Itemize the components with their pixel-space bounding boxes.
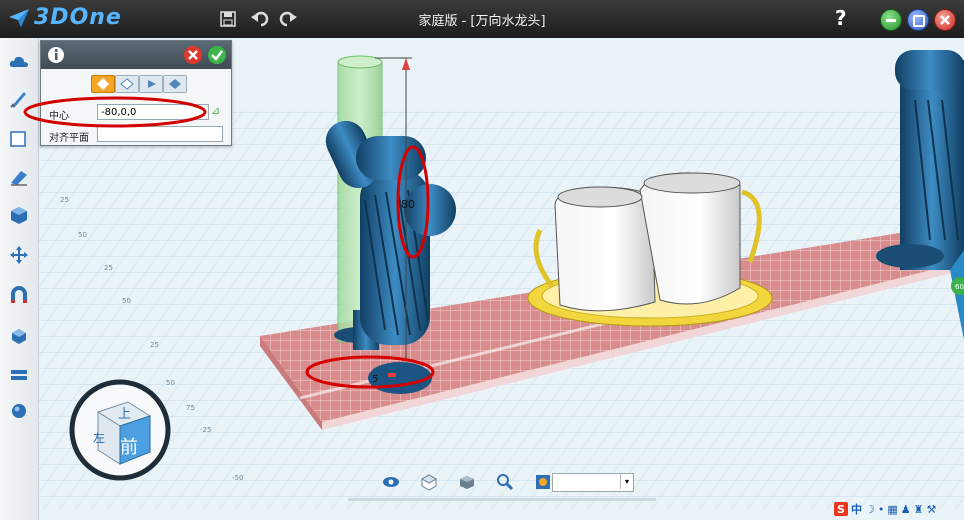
ime-logo[interactable]: S bbox=[834, 502, 848, 516]
box-icon[interactable] bbox=[456, 471, 478, 493]
grid-label: 25 bbox=[60, 196, 69, 204]
grid-label: 50 bbox=[166, 379, 175, 387]
render-icon[interactable] bbox=[532, 471, 554, 493]
grid-label: 50 bbox=[122, 297, 131, 305]
cloud-icon[interactable] bbox=[8, 50, 30, 72]
pick-icon[interactable]: ⊿ bbox=[211, 104, 220, 117]
info-icon[interactable] bbox=[47, 46, 65, 64]
mode-tab-4[interactable] bbox=[163, 75, 187, 93]
ime-toolbar: S 中 ☽ • ▦ ♟ ♜ ⚒ bbox=[834, 500, 960, 518]
moon-icon[interactable]: ☽ bbox=[865, 503, 875, 516]
mode-tab-3[interactable] bbox=[139, 75, 163, 93]
bottom-toolbar bbox=[380, 470, 554, 494]
mode-tab-2[interactable] bbox=[115, 75, 139, 93]
property-panel: 中心 ⊿ 对齐平面 bbox=[40, 40, 232, 146]
side-badge-text: 60 bbox=[955, 283, 964, 291]
align-plane-label: 对齐平面 bbox=[49, 133, 89, 144]
layers-icon[interactable] bbox=[8, 364, 30, 386]
dimension-height[interactable]: 80 bbox=[401, 198, 415, 211]
ime-mode[interactable]: 中 bbox=[851, 501, 862, 517]
user-icon[interactable]: ♟ bbox=[901, 503, 911, 516]
panel-header bbox=[41, 41, 231, 69]
title-bar: 3DOne 家庭版 - [万向水龙头] ? bbox=[0, 0, 964, 38]
view-cube-top[interactable]: 上 bbox=[118, 407, 131, 422]
punct-icon[interactable]: • bbox=[878, 503, 885, 516]
progress-track bbox=[348, 498, 656, 501]
view-cube-front[interactable]: 前 bbox=[120, 437, 138, 458]
grid-label: -25 bbox=[200, 426, 211, 434]
render-mode-select[interactable]: ▾ bbox=[552, 473, 634, 492]
sphere-icon[interactable] bbox=[8, 400, 30, 422]
view-icon[interactable] bbox=[380, 471, 402, 493]
feature-icon[interactable] bbox=[8, 166, 30, 188]
help-button[interactable]: ? bbox=[835, 6, 847, 30]
highlight-ellipse bbox=[23, 96, 207, 128]
combine-icon[interactable] bbox=[8, 324, 30, 346]
grid-label: 25 bbox=[150, 341, 159, 349]
move-icon[interactable] bbox=[8, 244, 30, 266]
keyboard-icon[interactable]: ▦ bbox=[887, 503, 897, 516]
cube-icon[interactable] bbox=[418, 471, 440, 493]
grid-label: 50 bbox=[78, 231, 87, 239]
chevron-down-icon[interactable]: ▾ bbox=[620, 474, 633, 489]
mode-tab-1[interactable] bbox=[91, 75, 115, 93]
magnet-icon[interactable] bbox=[8, 284, 30, 306]
grid-label: 75 bbox=[186, 404, 195, 412]
minimize-button[interactable] bbox=[880, 9, 902, 31]
restore-button[interactable] bbox=[907, 9, 929, 31]
search-icon[interactable] bbox=[494, 471, 516, 493]
shirt-icon[interactable]: ♜ bbox=[914, 503, 924, 516]
confirm-icon[interactable] bbox=[207, 45, 227, 65]
close-button[interactable] bbox=[934, 9, 956, 31]
wrench-icon[interactable]: ⚒ bbox=[927, 503, 937, 516]
radius-handle[interactable] bbox=[388, 373, 396, 377]
sketch-edit-icon[interactable] bbox=[8, 128, 30, 150]
window-title: 家庭版 - [万向水龙头] bbox=[418, 14, 546, 29]
grid-label: 25 bbox=[104, 264, 113, 272]
dimension-radius[interactable]: 5 bbox=[372, 374, 378, 385]
cancel-icon[interactable] bbox=[183, 45, 203, 65]
grid-label: -50 bbox=[232, 474, 243, 482]
cup-holder[interactable] bbox=[527, 172, 773, 327]
view-cube-left[interactable]: 左 bbox=[93, 430, 105, 445]
view-cube[interactable]: 上 前 左 bbox=[69, 379, 171, 481]
solid-icon[interactable] bbox=[8, 204, 30, 226]
